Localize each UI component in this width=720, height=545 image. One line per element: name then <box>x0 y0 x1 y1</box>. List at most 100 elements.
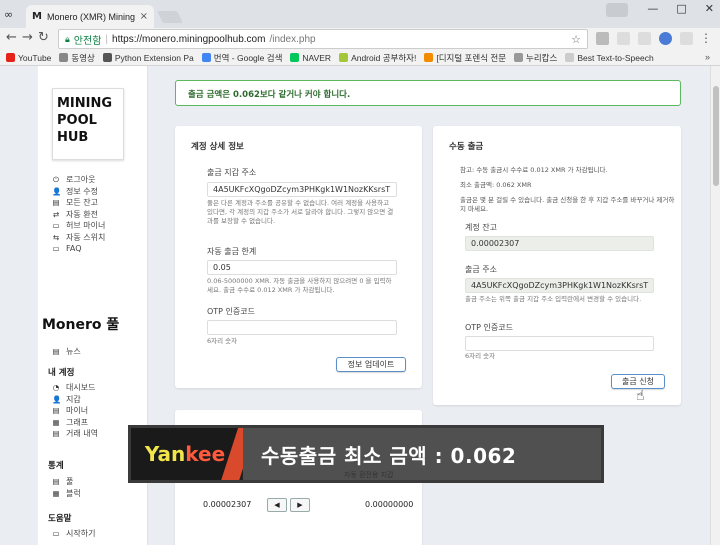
bookmark-item[interactable]: Android 공부하자! <box>339 52 416 64</box>
logo[interactable]: MINING POOL HUB <box>52 88 124 160</box>
bookmark-favicon-icon <box>6 53 15 62</box>
profile-icon[interactable] <box>606 3 628 17</box>
sidebar-item[interactable]: ▭ FAQ <box>52 243 105 255</box>
account-menu-item[interactable]: ◔ 대시보드 <box>52 382 98 394</box>
otp-help: 6자리 숫자 <box>207 337 238 345</box>
bookmark-item[interactable]: [디지털 포렌식 전문 <box>424 52 506 64</box>
extension-icon[interactable] <box>596 32 609 45</box>
back-icon[interactable]: ← <box>6 30 17 45</box>
url-path: /index.php <box>269 33 316 45</box>
sidebar-item[interactable]: ▤ 모든 잔고 <box>52 197 105 209</box>
bookmark-favicon-icon <box>424 53 434 62</box>
forward-icon[interactable]: → <box>22 30 33 45</box>
bookmark-item[interactable]: Best Text-to-Speech <box>565 53 654 63</box>
card-title: 수동 출금 <box>449 142 484 152</box>
next-arrow-icon[interactable]: ▶ <box>290 498 310 512</box>
bookmark-item[interactable]: YouTube <box>6 53 51 63</box>
extension-icon[interactable] <box>680 32 693 45</box>
miner-icon: ▭ <box>52 221 60 231</box>
bookmark-favicon-icon <box>59 53 69 62</box>
account-menu-item[interactable]: ▦ 그래프 <box>52 417 98 429</box>
app-menu-icon[interactable]: ∞ <box>4 8 13 21</box>
mouse-cursor-icon: ☝︎ <box>636 388 645 404</box>
tab-monero[interactable]: M Monero (XMR) Mining P × <box>26 5 154 28</box>
scrollbar-thumb[interactable] <box>713 86 719 186</box>
fee-note: 참고: 수동 출금시 수수료 0.012 XMR 가 차감됩니다. <box>460 166 608 174</box>
auto-payout-help: 0.06-5000000 XMR. 자동 출금을 사용하지 않으려면 0 을 입… <box>207 277 392 294</box>
bookmark-favicon-icon <box>201 53 211 62</box>
extension-icon[interactable] <box>659 32 672 45</box>
bookmark-favicon-icon <box>339 53 349 62</box>
stats-menu-icon: ▤ <box>52 477 60 487</box>
address-bar[interactable]: 🔒︎ 안전함 | https://monero.miningpoolhub.co… <box>58 29 588 49</box>
balance-value: 0.00002307 <box>465 236 654 251</box>
minimize-icon[interactable]: — <box>647 2 658 15</box>
exchange-left-value: 0.00002307 <box>203 500 252 509</box>
sidebar-item[interactable]: ⇄ 자동 환전 <box>52 209 105 221</box>
help-menu-item[interactable]: ▭ 시작하기 <box>52 528 95 540</box>
bookmark-favicon-icon <box>514 53 524 62</box>
bookmarks-overflow-icon[interactable]: » <box>705 52 710 62</box>
account-menu-item[interactable]: 👤 지갑 <box>52 394 98 406</box>
account-menu-icon: 👤 <box>52 394 62 404</box>
secure-label: 안전함 <box>73 35 102 47</box>
browser-menu-icon[interactable]: ⋮ <box>700 31 712 45</box>
payout-address-input[interactable]: 4A5UKFcXQgoDZcym3PHKgk1W1NozKKsrsT <box>207 182 397 197</box>
switch-icon: ⇆ <box>52 232 60 242</box>
tab-bar: ∞ M Monero (XMR) Mining P × — □ ✕ <box>0 0 720 28</box>
new-tab-button[interactable] <box>157 11 183 23</box>
auto-payout-label: 자동 출금 한계 <box>207 247 257 256</box>
stats-menu-item[interactable]: ▤ 풀 <box>52 476 81 488</box>
account-menu-icon: ▦ <box>52 417 60 427</box>
extension-icons <box>596 32 693 45</box>
close-window-icon[interactable]: ✕ <box>705 2 714 15</box>
sidebar-item[interactable]: ▭ 허브 마이너 <box>52 220 105 232</box>
url-host: https://monero.miningpoolhub.com <box>112 33 266 45</box>
help-menu: ▭ 시작하기 <box>52 528 95 540</box>
power-icon: ⏻ <box>53 174 59 184</box>
stats-menu-icon: ▦ <box>52 488 60 498</box>
error-alert: 출금 금액은 0.062보다 같거나 커야 합니다. <box>175 80 681 106</box>
bookmark-item[interactable]: 누리캅스 <box>514 52 557 64</box>
reload-icon[interactable]: ↻ <box>38 30 49 45</box>
bookmark-item[interactable]: 번역 - Google 검색 <box>201 52 282 64</box>
update-info-button[interactable]: 정보 업데이트 <box>336 357 406 372</box>
news-icon: ▤ <box>52 347 60 357</box>
tab-title: Monero (XMR) Mining P <box>46 11 135 22</box>
stats-heading: 통계 <box>48 461 64 471</box>
delay-note: 출금은 몇 분 걸릴 수 있습니다. 출금 신청을 한 후 지갑 주소를 바꾸거… <box>460 196 675 213</box>
extension-icon[interactable] <box>638 32 651 45</box>
payout-address-label: 출금 지갑 주소 <box>207 168 257 177</box>
account-menu-item[interactable]: ▤ 거래 내역 <box>52 428 98 440</box>
window-controls: — □ ✕ <box>647 2 714 15</box>
banner-caption: 수동출금 최소 금액 : 0.062 <box>243 428 601 480</box>
stats-menu: ▤ 풀 ▦ 블럭 <box>52 476 81 500</box>
otp-input[interactable] <box>465 336 654 351</box>
bookmark-star-icon[interactable]: ☆ <box>571 33 581 46</box>
pager: ◀ ▶ <box>267 498 310 512</box>
extension-icon[interactable] <box>617 32 630 45</box>
sidebar-item[interactable]: 👤 정보 수정 <box>52 186 105 198</box>
maximize-icon[interactable]: □ <box>676 2 686 15</box>
otp-input[interactable] <box>207 320 397 335</box>
payout-address-help: 출금 주소는 위쪽 출금 지갑 주소 입력란에서 변경할 수 있습니다. <box>465 295 642 303</box>
bookmark-item[interactable]: NAVER <box>290 53 331 63</box>
sidebar-item-news[interactable]: ▤ 뉴스 <box>52 346 80 358</box>
account-menu-icon: ▤ <box>52 406 60 416</box>
sidebar-item[interactable]: ⏻ 로그아웃 <box>52 174 105 186</box>
bookmark-item[interactable]: Python Extension Pa <box>102 53 194 63</box>
my-account-heading: 내 계정 <box>48 368 75 378</box>
sidebar-item[interactable]: ⇆ 자동 스위치 <box>52 232 106 244</box>
stats-menu-item[interactable]: ▦ 블럭 <box>52 488 80 500</box>
bookmark-item[interactable]: 동영상 <box>59 52 95 64</box>
auto-payout-input[interactable]: 0.05 <box>207 260 397 275</box>
otp-help: 6자리 숫자 <box>465 352 496 360</box>
account-menu-item[interactable]: ▤ 마이너 <box>52 405 98 417</box>
page-scrollbar[interactable] <box>710 66 720 545</box>
tab-close-icon[interactable]: × <box>140 11 148 22</box>
bookmarks-bar: YouTube 동영상 Python Extension Pa 번역 - Google… <box>0 50 720 66</box>
bookmark-favicon-icon <box>290 53 300 62</box>
request-payout-button[interactable]: 출금 신청 <box>611 374 665 389</box>
otp-label: OTP 인증코드 <box>207 307 255 316</box>
prev-arrow-icon[interactable]: ◀ <box>267 498 287 512</box>
